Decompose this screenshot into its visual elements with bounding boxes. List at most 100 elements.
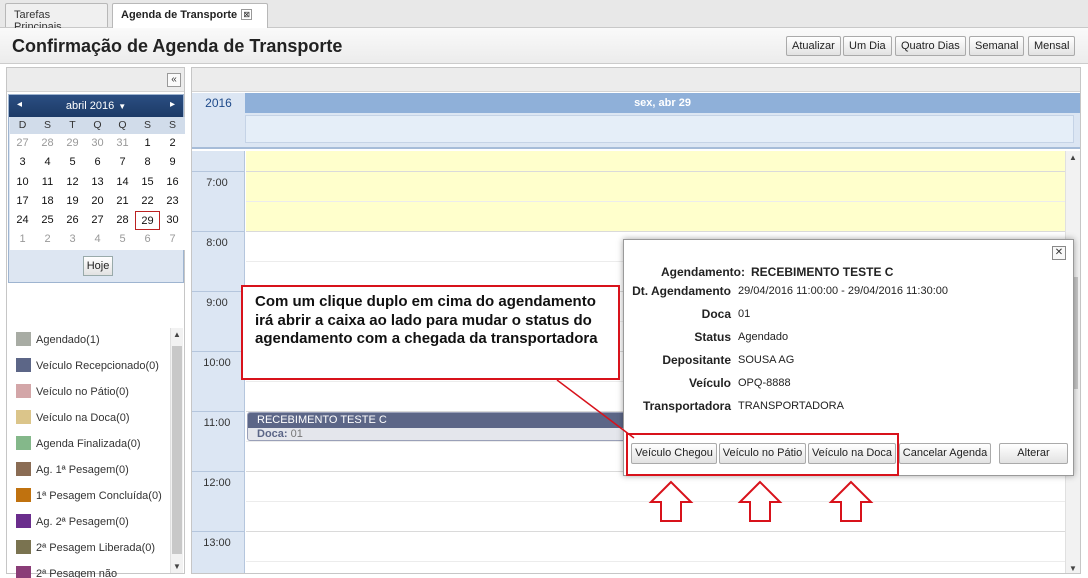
legend-scrollbar[interactable]: ▲ ▼ <box>170 328 183 573</box>
calendar-day[interactable]: 30 <box>160 211 185 231</box>
weekday-header: S <box>135 117 160 134</box>
tab-tarefas-principais[interactable]: Tarefas Principais <box>5 3 108 33</box>
calendar-day[interactable]: 15 <box>135 172 160 192</box>
calendar-day[interactable]: 28 <box>110 211 135 231</box>
month-label: abril 2016 <box>65 100 115 112</box>
event-sub-value: 01 <box>290 428 303 440</box>
calendar-day[interactable]: 24 <box>10 211 35 231</box>
calendar-day[interactable]: 1 <box>135 134 160 154</box>
calendar-day[interactable]: 10 <box>10 172 35 192</box>
buttons-highlight-box <box>626 433 899 476</box>
legend-item: 2ª Pesagem não <box>16 566 117 578</box>
legend-swatch <box>16 384 31 398</box>
calendar-grid: D S T Q Q S S 27 28 29 30 31 1 2 3 4 5 6 7 8 9 10 11 12 13 14 15 16… <box>10 117 185 250</box>
refresh-button[interactable]: Atualizar <box>786 36 841 56</box>
calendar-day[interactable]: 29 <box>135 211 160 231</box>
calendar-day[interactable]: 30 <box>85 134 110 154</box>
month-selector[interactable]: abril 2016 ▼ <box>9 100 183 112</box>
calendar-day[interactable]: 29 <box>60 134 85 154</box>
calendar-day[interactable]: 5 <box>110 230 135 250</box>
four-days-button[interactable]: Quatro Dias <box>895 36 966 56</box>
legend-swatch <box>16 566 31 578</box>
calendar-day[interactable]: 6 <box>85 153 110 173</box>
calendar-day[interactable]: 25 <box>35 211 60 231</box>
edit-button[interactable]: Alterar <box>999 443 1068 464</box>
calendar-day[interactable]: 6 <box>135 230 160 250</box>
one-day-button[interactable]: Um Dia <box>843 36 892 56</box>
day-label[interactable]: sex, abr 29 <box>245 93 1080 113</box>
monthly-button[interactable]: Mensal <box>1028 36 1076 56</box>
calendar-day[interactable]: 4 <box>85 230 110 250</box>
scrollbar-thumb[interactable] <box>172 346 182 554</box>
page-header: Confirmação de Agenda de Transporte Atua… <box>0 28 1088 64</box>
calendar-day[interactable]: 2 <box>35 230 60 250</box>
collapse-icon[interactable]: « <box>167 73 181 87</box>
all-day-cell[interactable] <box>245 115 1074 143</box>
legend-swatch <box>16 488 31 502</box>
calendar-day[interactable]: 1 <box>10 230 35 250</box>
close-icon[interactable]: ⊠ <box>241 9 253 20</box>
hour-divider <box>192 291 245 292</box>
calendar-day[interactable]: 26 <box>60 211 85 231</box>
grid-line <box>246 561 1065 562</box>
today-button[interactable]: Hoje <box>83 256 113 276</box>
calendar-day[interactable]: 11 <box>35 172 60 192</box>
legend-swatch <box>16 410 31 424</box>
day-header: 2016 sex, abr 29 <box>192 93 1080 113</box>
weekday-header: S <box>35 117 60 134</box>
event-title: RECEBIMENTO TESTE C <box>248 413 626 428</box>
tab-agenda-de-transporte[interactable]: Agenda de Transporte ⊠ <box>112 3 268 28</box>
time-label: 7:00 <box>206 177 228 189</box>
time-label: 9:00 <box>206 297 228 309</box>
calendar-day[interactable]: 14 <box>110 172 135 192</box>
calendar-day[interactable]: 12 <box>60 172 85 192</box>
scroll-up-icon[interactable]: ▲ <box>173 330 181 339</box>
scroll-down-icon[interactable]: ▼ <box>1069 564 1077 573</box>
weekday-header: Q <box>110 117 135 134</box>
calendar-day[interactable]: 21 <box>110 191 135 212</box>
calendar-day[interactable]: 19 <box>60 191 85 212</box>
calendar-day[interactable]: 9 <box>160 153 185 173</box>
calendar-toolbar <box>192 68 1080 92</box>
close-icon[interactable]: ✕ <box>1052 246 1066 260</box>
legend-label: Veículo na Doca(0) <box>36 412 130 424</box>
instruction-callout: Com um clique duplo em cima do agendamen… <box>241 285 620 380</box>
legend-label: Veículo Recepcionado(0) <box>36 360 159 372</box>
calendar-day[interactable]: 4 <box>35 153 60 173</box>
legend-item: 2ª Pesagem Liberada(0) <box>16 540 155 556</box>
calendar-day[interactable]: 5 <box>60 153 85 173</box>
legend-swatch <box>16 332 31 346</box>
calendar-day[interactable]: 13 <box>85 172 110 192</box>
calendar-day[interactable]: 2 <box>160 134 185 154</box>
calendar-day[interactable]: 18 <box>35 191 60 212</box>
calendar-day[interactable]: 23 <box>160 191 185 212</box>
weekday-header: T <box>60 117 85 134</box>
calendar-day[interactable]: 7 <box>110 153 135 173</box>
calendar-event[interactable]: RECEBIMENTO TESTE C Doca: 01 <box>247 412 627 441</box>
legend-swatch <box>16 514 31 528</box>
calendar-day[interactable]: 8 <box>135 153 160 173</box>
calendar-day[interactable]: 31 <box>110 134 135 154</box>
calendar-day[interactable]: 3 <box>60 230 85 250</box>
cancel-appointment-button[interactable]: Cancelar Agenda <box>899 443 991 464</box>
grid-line <box>246 201 1065 202</box>
calendar-day[interactable]: 7 <box>160 230 185 250</box>
event-subtitle: Doca: 01 <box>248 428 626 440</box>
field-value-agendamento: RECEBIMENTO TESTE C <box>751 265 894 279</box>
calendar-day[interactable]: 16 <box>160 172 185 192</box>
calendar-day[interactable]: 27 <box>10 134 35 154</box>
calendar-day[interactable]: 20 <box>85 191 110 212</box>
scroll-down-icon[interactable]: ▼ <box>173 562 181 571</box>
next-month-icon[interactable]: ▸ <box>170 99 175 110</box>
scroll-up-icon[interactable]: ▲ <box>1069 153 1077 162</box>
calendar-day[interactable]: 28 <box>35 134 60 154</box>
tab-label: Agenda de Transporte <box>121 9 238 21</box>
calendar-day[interactable]: 22 <box>135 191 160 212</box>
weekly-button[interactable]: Semanal <box>969 36 1025 56</box>
field-label-depositante: Depositante <box>662 353 731 367</box>
calendar-day[interactable]: 17 <box>10 191 35 212</box>
grid-line <box>246 231 1065 232</box>
calendar-day[interactable]: 3 <box>10 153 35 173</box>
calendar-day[interactable]: 27 <box>85 211 110 231</box>
all-day-row <box>192 113 1080 149</box>
